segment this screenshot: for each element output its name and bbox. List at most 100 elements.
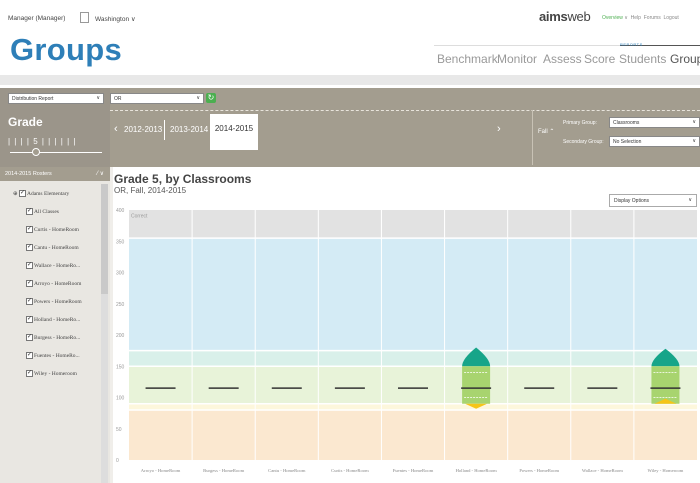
checkbox[interactable]: ✓	[26, 280, 33, 287]
band-divider	[532, 110, 533, 165]
display-options-select[interactable]: Display Options ∨	[609, 194, 697, 207]
tree-item-powers[interactable]: ✓ Powers - HomeRoom	[26, 298, 82, 305]
sidebar-scroll-thumb[interactable]	[101, 184, 108, 294]
primary-group-label: Primary Group:	[563, 120, 597, 126]
state-select[interactable]: OR ∨	[110, 93, 204, 104]
secondary-group-label: Secondary Group:	[563, 139, 604, 145]
tree-item-burgess[interactable]: ✓ Burgess - HomeRo...	[26, 334, 80, 341]
page-title: Groups	[10, 32, 123, 67]
x-tick-label: Wallace - HomeRoom	[582, 468, 623, 473]
y-tick-label: 100	[116, 396, 125, 402]
year-2014-2015-selected[interactable]: 2014-2015	[210, 114, 258, 150]
year-2012-2013[interactable]: 2012-2013	[124, 125, 162, 134]
aimsweb-logo: aimsweb	[539, 9, 591, 24]
nav-students[interactable]: Students	[619, 52, 666, 66]
band-1	[129, 403, 697, 410]
checkbox[interactable]: ✓	[26, 370, 33, 377]
checkbox[interactable]: ✓	[26, 334, 33, 341]
building-icon	[80, 12, 89, 23]
y-tick-label: 150	[116, 364, 125, 370]
help-link[interactable]: Help	[631, 15, 641, 21]
grade-slider-handle[interactable]	[32, 148, 40, 156]
tree-item-fuentes[interactable]: ✓ Fuentes - HomeRo...	[26, 352, 80, 359]
forums-link[interactable]: Forums	[644, 15, 661, 21]
chevron-down-icon: ∨	[688, 197, 692, 203]
x-tick-label: Holland - HomeRoom	[456, 468, 498, 473]
chevron-down-icon: ∨	[692, 119, 696, 125]
checkbox[interactable]: ✓	[26, 316, 33, 323]
distribution-middle-1	[651, 366, 680, 404]
distribution-middle-0	[462, 366, 491, 404]
tree-item-arroyo[interactable]: ✓ Arroyo - HomeRoom	[26, 280, 81, 287]
y-tick-label: 0	[116, 458, 119, 464]
nav-monitor[interactable]: Monitor	[497, 52, 537, 66]
band-2	[129, 366, 697, 404]
distribution-chart: Correct 0 50 100 150 200 250 300 350 400 Arroyo - …	[116, 208, 697, 473]
chevron-right-icon[interactable]: ›	[497, 123, 501, 135]
x-tick-label: Fuentes - HomeRoom	[393, 468, 434, 473]
band-4	[129, 238, 697, 351]
secondary-group-select[interactable]: No Selection ∨	[609, 136, 700, 147]
reports-label: REPORTS	[620, 42, 643, 47]
season-select[interactable]: Fall ⌃	[538, 128, 554, 135]
checkbox[interactable]: ✓	[26, 244, 33, 251]
checkbox[interactable]: ✓	[26, 262, 33, 269]
chevron-down-icon: ∨	[692, 138, 696, 144]
chart-subtitle: OR, Fall, 2014-2015	[114, 186, 187, 195]
sidebar-header: 2014-2015 Rosters ⁄ ∨	[0, 167, 110, 181]
y-tick-label: 400	[116, 208, 125, 214]
top-bar: Manager (Manager) Washington ∨ aimsweb O…	[0, 0, 700, 30]
y-tick-label: 300	[116, 271, 125, 277]
refresh-icon[interactable]: ↻	[206, 93, 216, 103]
chevron-left-icon[interactable]: ‹	[114, 123, 118, 135]
user-menu[interactable]: Manager (Manager)	[8, 15, 65, 22]
x-tick-label: Burgess - HomeRoom	[203, 468, 244, 473]
tree-item-wiley[interactable]: ✓ Wiley - Homeroom	[26, 370, 77, 377]
band-3	[129, 350, 697, 367]
checkbox[interactable]: ✓	[26, 208, 33, 215]
toolbar-strip	[0, 75, 700, 85]
chevron-down-icon: ∨	[96, 95, 100, 101]
x-tick-label: Powers - HomeRoom	[519, 468, 559, 473]
tree-school[interactable]: ⊕ ✓ Adams Elementary	[13, 190, 69, 197]
nav-benchmark[interactable]: Benchmark	[437, 52, 498, 66]
expand-collapse-icon[interactable]: ⁄ ∨	[97, 170, 104, 177]
year-2013-2014[interactable]: 2013-2014	[170, 125, 208, 134]
logout-link[interactable]: Logout	[663, 15, 678, 21]
x-tick-label: Curtis - HomeRoom	[331, 468, 369, 473]
primary-group-select[interactable]: Classrooms ∨	[609, 117, 700, 128]
top-links: Overview ∨ Help Forums Logout	[602, 15, 679, 21]
chart-title: Grade 5, by Classrooms	[114, 172, 252, 186]
grade-label: Grade	[8, 115, 43, 129]
y-tick-label: 50	[116, 427, 122, 433]
checkbox[interactable]: ✓	[26, 298, 33, 305]
overview-link[interactable]: Overview	[602, 15, 623, 21]
checkbox[interactable]: ✓	[26, 226, 33, 233]
dashed-divider	[110, 110, 700, 111]
x-tick-label: Cantu - HomeRoom	[268, 468, 306, 473]
tree-item-holland[interactable]: ✓ Holland - HomeRo...	[26, 316, 80, 323]
x-tick-label: Wiley - Homeroom	[648, 468, 684, 473]
y-tick-label: 350	[116, 239, 125, 245]
nav-score[interactable]: Score	[584, 52, 615, 66]
nav-groups[interactable]: Groups	[670, 52, 700, 66]
report-select[interactable]: Distribution Report ∨	[8, 93, 104, 104]
year-divider	[164, 120, 165, 140]
tree-item-wallace[interactable]: ✓ Wallace - HomeRo...	[26, 262, 80, 269]
chevron-down-icon: ∨	[196, 95, 200, 101]
checkbox[interactable]: ✓	[26, 352, 33, 359]
grade-slider-ticks: | | | | 5 | | | | | |	[8, 137, 77, 146]
top-band-label: Correct	[131, 213, 148, 219]
nav-assess[interactable]: Assess	[543, 52, 582, 66]
y-tick-label: 250	[116, 302, 125, 308]
x-tick-label: Arroyo - HomeRoom	[141, 468, 181, 473]
checkbox[interactable]: ✓	[18, 190, 26, 197]
tree-item-all-classes[interactable]: ✓ All Classes	[26, 208, 59, 215]
grade-slider-track[interactable]	[10, 152, 102, 153]
band-5	[129, 210, 697, 239]
band-0	[129, 410, 697, 460]
location-menu[interactable]: Washington ∨	[95, 15, 136, 23]
tree-item-cantu[interactable]: ✓ Cantu - HomeRoom	[26, 244, 79, 251]
tree-item-curtis[interactable]: ✓ Curtis - HomeRoom	[26, 226, 79, 233]
y-tick-label: 200	[116, 333, 125, 339]
